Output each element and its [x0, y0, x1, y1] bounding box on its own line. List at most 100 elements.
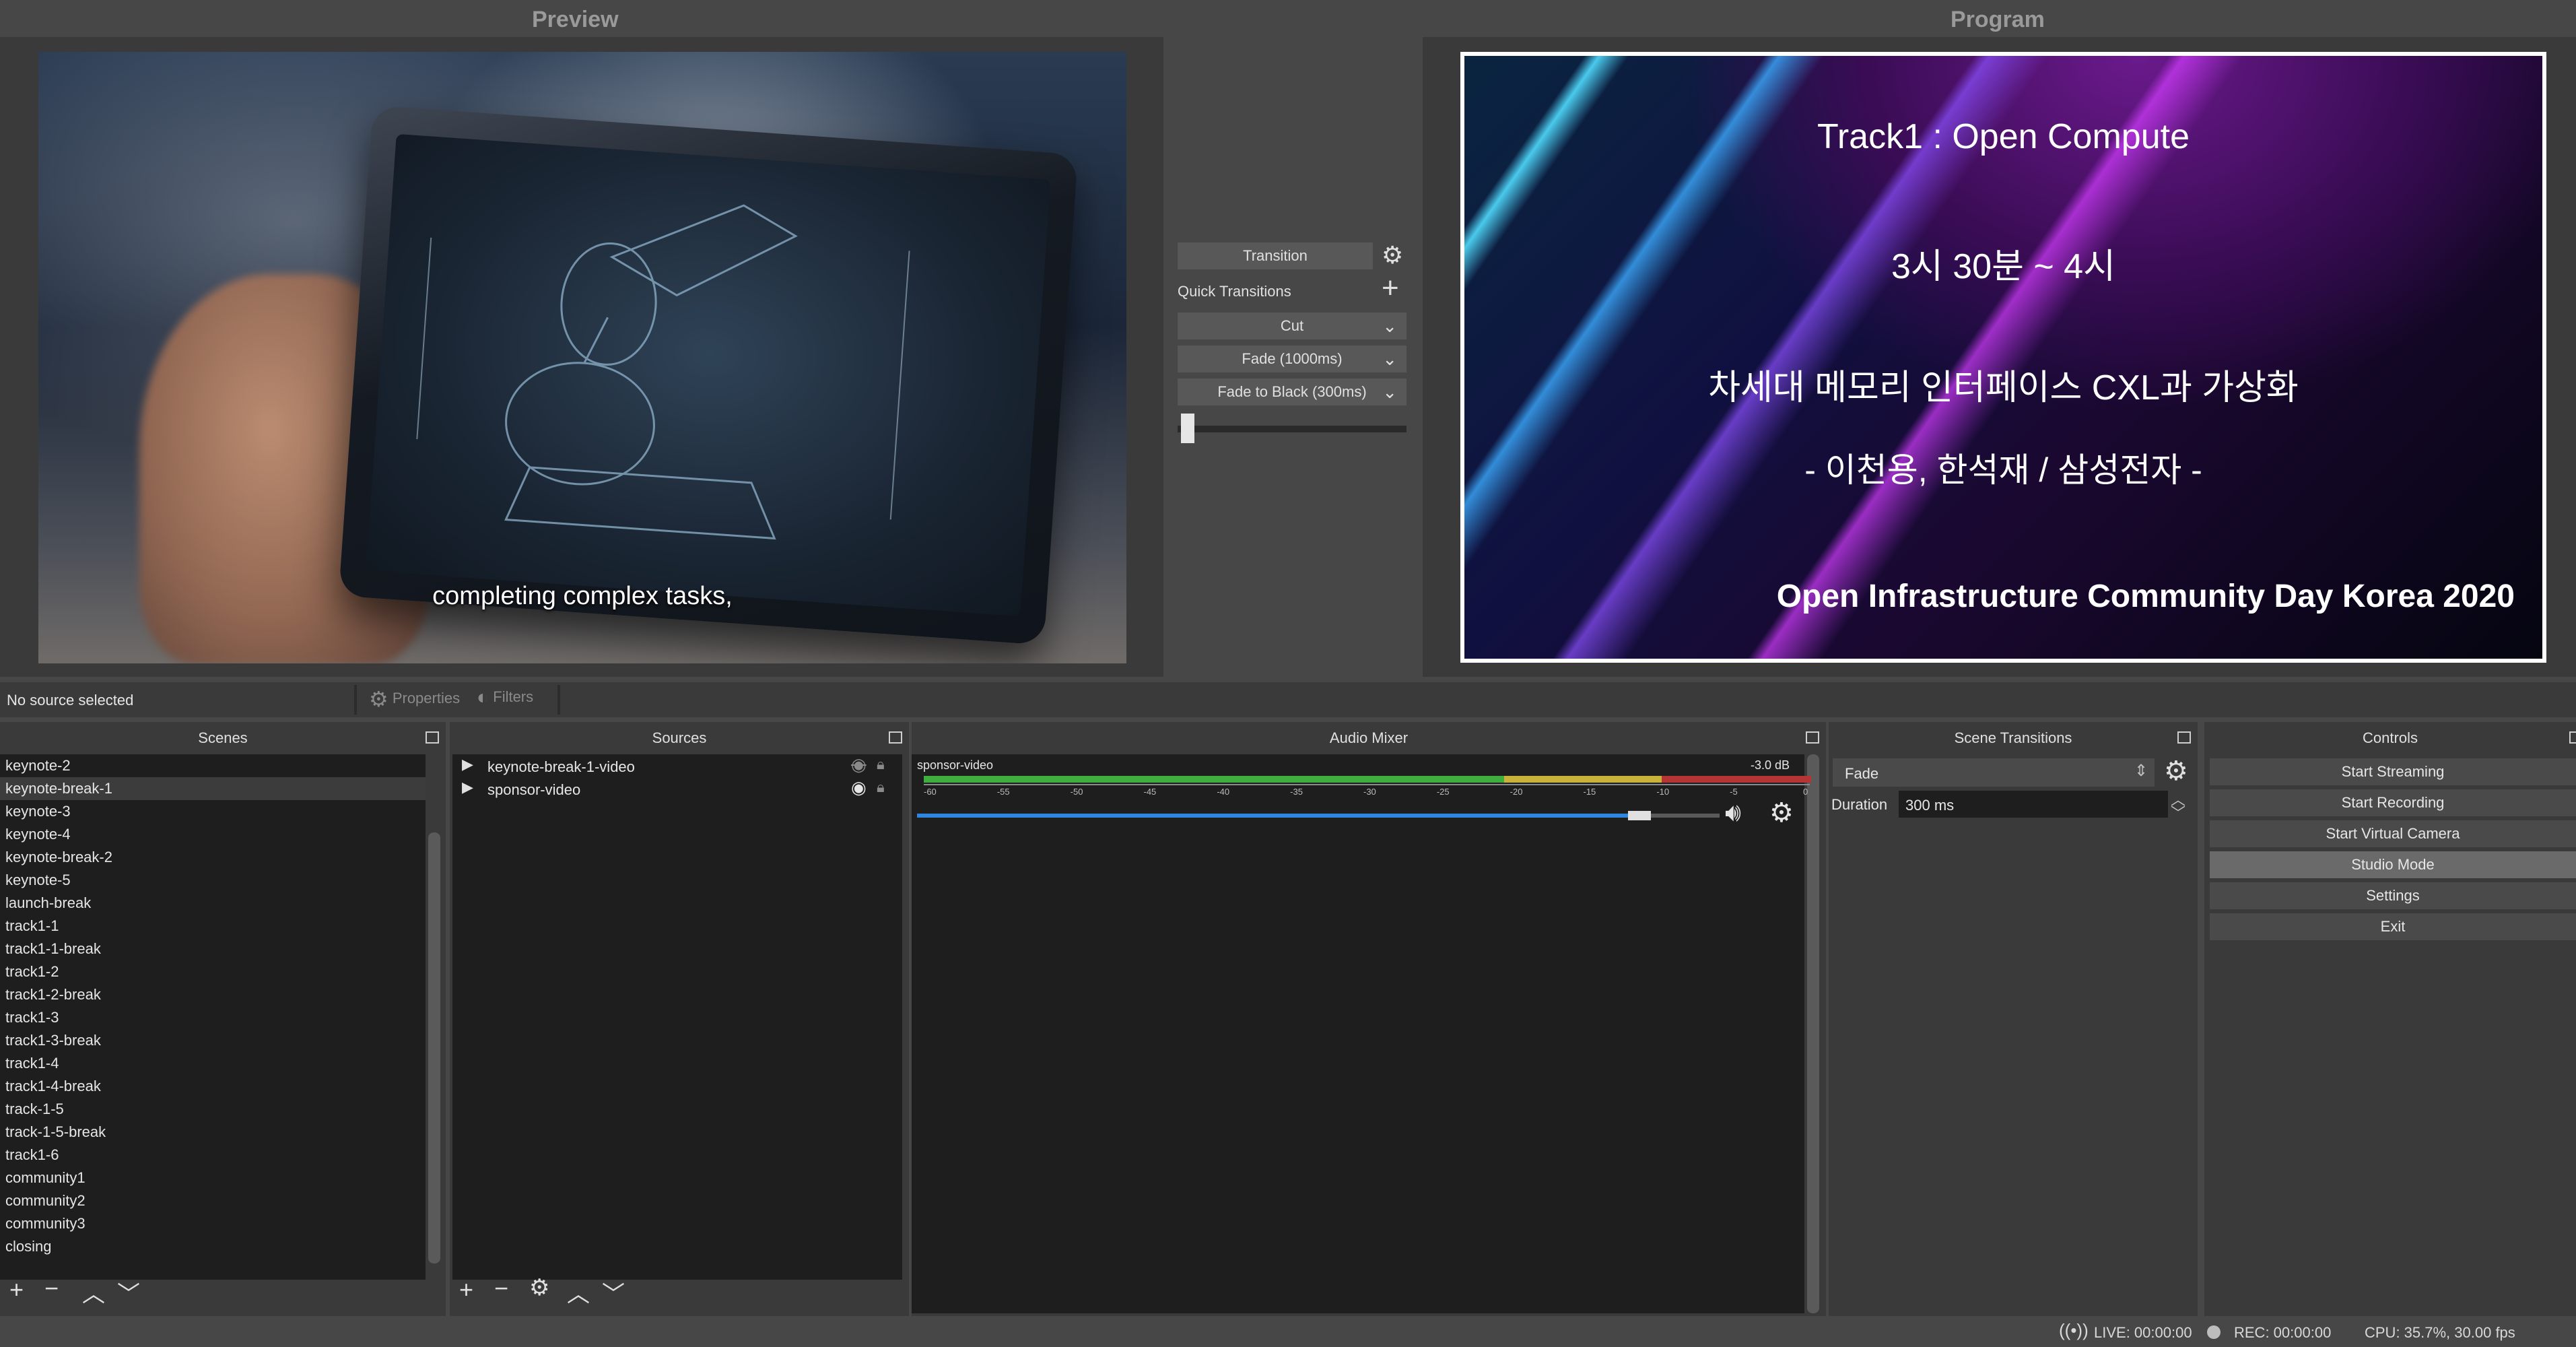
undock-icon[interactable]: [889, 731, 902, 744]
transition-select-value: Fade: [1845, 765, 1879, 782]
transition-button[interactable]: Transition: [1178, 242, 1373, 269]
filters-icon: ◐: [477, 686, 489, 709]
scene-list-item[interactable]: track-1-5-break: [5, 1121, 106, 1144]
settings-button[interactable]: Settings: [2210, 882, 2576, 909]
quick-transition-fade[interactable]: Fade (1000ms) ⌄: [1178, 346, 1406, 372]
scene-transitions-dock: Scene Transitions Fade ⇕ ⚙ Duration 300 …: [1829, 722, 2198, 1316]
scene-list-item[interactable]: keynote-4: [5, 823, 71, 846]
volume-slider-handle[interactable]: [1627, 811, 1651, 820]
transition-properties-gear-icon[interactable]: ⚙: [2164, 756, 2188, 787]
toolbar-divider: [354, 685, 357, 715]
lock-icon[interactable]: 🔒︎: [877, 756, 885, 773]
meter-tick-label: -10: [1656, 787, 1670, 797]
move-source-up-icon[interactable]: ︿: [567, 1276, 590, 1309]
move-scene-up-icon[interactable]: ︿: [82, 1276, 105, 1309]
expand-arrow-icon[interactable]: ▶: [462, 779, 473, 796]
undock-icon[interactable]: [426, 731, 439, 744]
source-row[interactable]: ▶ keynote-break-1-video ◉ 🔒︎: [452, 754, 902, 777]
visible-eye-icon[interactable]: ◉: [851, 777, 867, 798]
program-speakers: - 이천용, 한석재 / 삼성전자 -: [1804, 451, 2202, 489]
add-source-icon[interactable]: +: [459, 1276, 473, 1304]
program-canvas: Track1 : Open Compute 3시 30분 ~ 4시 차세대 메모…: [1460, 52, 2546, 663]
undock-icon[interactable]: [1806, 731, 1819, 744]
t-bar-track[interactable]: [1178, 426, 1406, 432]
add-quick-transition-icon[interactable]: +: [1382, 273, 1399, 303]
audio-mixer-scrollbar[interactable]: [1807, 754, 1819, 1313]
preview-canvas[interactable]: completing complex tasks,: [38, 52, 1126, 663]
no-source-selected-label: No source selected: [7, 692, 134, 709]
scenes-scrollbar[interactable]: [428, 832, 440, 1263]
mixer-gear-icon[interactable]: ⚙: [1769, 797, 1794, 828]
scene-list-item[interactable]: track-1-5: [5, 1098, 64, 1121]
undock-icon[interactable]: [2569, 731, 2576, 744]
move-source-down-icon[interactable]: ﹀: [602, 1276, 625, 1309]
duration-input[interactable]: 300 ms: [1899, 791, 2168, 818]
filters-label: Filters: [493, 688, 534, 705]
program-event-name: Open Infrastructure Community Day Korea …: [1776, 579, 2515, 614]
move-scene-down-icon[interactable]: ﹀: [117, 1276, 140, 1309]
quick-transition-fade-to-black-label: Fade to Black (300ms): [1217, 383, 1367, 400]
scene-list-item[interactable]: community1: [5, 1167, 86, 1189]
scene-list-item[interactable]: keynote-3: [5, 800, 71, 823]
filters-button[interactable]: ◐ Filters: [477, 686, 533, 709]
source-row[interactable]: ▶ sponsor-video ◉ 🔒︎: [452, 777, 902, 800]
sources-list: [452, 754, 902, 1280]
lock-icon[interactable]: 🔒︎: [877, 779, 885, 796]
scene-list-item[interactable]: track1-2-break: [5, 983, 101, 1006]
program-session-title: 차세대 메모리 인터페이스 CXL과 가상화: [1708, 368, 2299, 407]
expand-arrow-icon[interactable]: ▶: [462, 756, 473, 773]
duration-spinner-down-icon[interactable]: ﹀: [2171, 801, 2185, 823]
live-indicator-icon: ((•)): [2059, 1320, 2089, 1340]
tablet-image: [338, 105, 1079, 645]
scene-list-item[interactable]: track1-4-break: [5, 1075, 101, 1098]
add-scene-icon[interactable]: +: [9, 1276, 24, 1304]
properties-button[interactable]: ⚙ Properties: [369, 686, 460, 712]
scene-list-item[interactable]: track1-6: [5, 1144, 59, 1167]
hidden-eye-icon[interactable]: ◉: [851, 754, 867, 775]
start-recording-button[interactable]: Start Recording: [2210, 789, 2576, 816]
quick-transition-cut[interactable]: Cut ⌄: [1178, 313, 1406, 339]
speaker-icon[interactable]: 🔊︎: [1725, 799, 1741, 828]
scene-list-item[interactable]: keynote-5: [5, 869, 71, 892]
audio-mixer-dock: Audio Mixer sponsor-video -3.0 dB 🔊︎ ⚙ -…: [912, 722, 1826, 1316]
video-subtitle: completing complex tasks,: [432, 582, 733, 610]
scene-list-item[interactable]: keynote-break-1: [0, 777, 426, 800]
meter-tick-label: -35: [1290, 787, 1303, 797]
audio-mixer-title: Audio Mixer: [912, 722, 1826, 754]
transition-gear-icon[interactable]: ⚙: [1382, 241, 1403, 269]
scene-list-item[interactable]: track1-3-break: [5, 1029, 101, 1052]
scene-list-item[interactable]: closing: [5, 1235, 51, 1258]
remove-scene-icon[interactable]: −: [44, 1274, 59, 1303]
scene-transitions-title: Scene Transitions: [1829, 722, 2198, 754]
source-name: keynote-break-1-video: [487, 758, 635, 775]
properties-label: Properties: [392, 689, 461, 707]
scene-list-item[interactable]: community3: [5, 1212, 86, 1235]
start-streaming-button[interactable]: Start Streaming: [2210, 758, 2576, 785]
scene-list-item[interactable]: track1-1: [5, 915, 59, 938]
rec-indicator-icon: [2207, 1325, 2221, 1339]
volume-meter-red: [1662, 776, 1811, 783]
volume-meter-yellow: [1504, 776, 1662, 783]
studio-mode-button[interactable]: Studio Mode: [2210, 851, 2576, 878]
scene-list-item[interactable]: track1-2: [5, 960, 59, 983]
quick-transition-fade-to-black[interactable]: Fade to Black (300ms) ⌄: [1178, 379, 1406, 405]
transition-select[interactable]: Fade ⇕: [1833, 758, 2155, 787]
scene-list-item[interactable]: track1-1-break: [5, 938, 101, 960]
volume-meter-green: [924, 776, 1504, 783]
remove-source-icon[interactable]: −: [494, 1274, 508, 1303]
transition-label: Transition: [1243, 247, 1308, 264]
exit-button[interactable]: Exit: [2210, 913, 2576, 940]
scene-list-item[interactable]: keynote-break-2: [5, 846, 112, 869]
source-properties-gear-icon[interactable]: ⚙: [529, 1274, 549, 1301]
scene-list-item[interactable]: keynote-2: [5, 754, 71, 777]
scene-list-item[interactable]: community2: [5, 1189, 86, 1212]
scene-list-item[interactable]: track1-4: [5, 1052, 59, 1075]
meter-tick-label: -55: [996, 787, 1010, 797]
t-bar-handle[interactable]: [1181, 414, 1194, 443]
cpu-fps-readout: CPU: 35.7%, 30.00 fps: [2365, 1324, 2515, 1341]
start-virtual-camera-button[interactable]: Start Virtual Camera: [2210, 820, 2576, 847]
undock-icon[interactable]: [2177, 731, 2191, 744]
program-title: Program: [1951, 7, 2045, 32]
scene-list-item[interactable]: launch-break: [5, 892, 91, 915]
scene-list-item[interactable]: track1-3: [5, 1006, 59, 1029]
